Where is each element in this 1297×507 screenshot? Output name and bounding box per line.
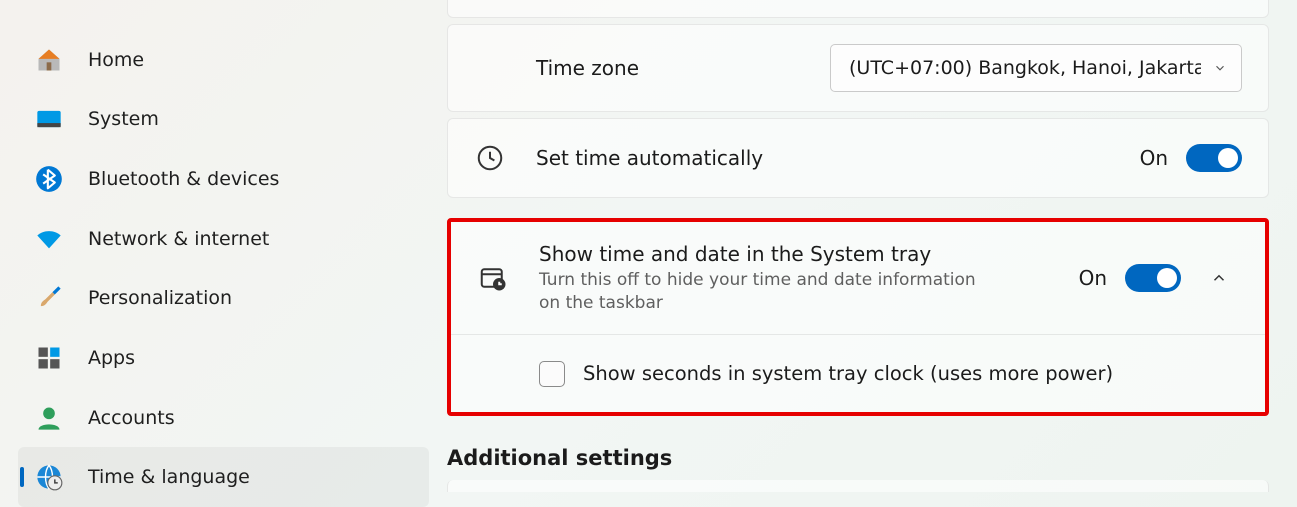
sidebar-item-network[interactable]: Network & internet: [18, 209, 429, 269]
additional-settings-heading: Additional settings: [447, 446, 1269, 470]
auto-time-toggle[interactable]: [1186, 144, 1242, 172]
bluetooth-icon: [34, 164, 64, 194]
systray-state-label: On: [1079, 266, 1107, 290]
user-icon: [34, 403, 64, 433]
sidebar-item-personalization[interactable]: Personalization: [18, 269, 429, 329]
paintbrush-icon: [34, 283, 64, 313]
sidebar-item-system[interactable]: System: [18, 90, 429, 150]
home-icon: [34, 45, 64, 75]
sidebar-nav: Home System Bluetooth & devices Network …: [0, 0, 447, 507]
sidebar-item-label: Network & internet: [88, 228, 269, 250]
wifi-icon: [34, 224, 64, 254]
sidebar-item-label: Apps: [88, 347, 135, 369]
sidebar-item-bluetooth[interactable]: Bluetooth & devices: [18, 149, 429, 209]
sidebar-item-label: Home: [88, 49, 144, 71]
main-content: Time zone (UTC+07:00) Bangkok, Hanoi, Ja…: [447, 0, 1297, 507]
systray-toggle[interactable]: [1125, 264, 1181, 292]
sidebar-item-label: Time & language: [88, 466, 250, 488]
auto-time-card: Set time automatically On: [447, 118, 1269, 198]
sidebar-item-label: System: [88, 108, 159, 130]
show-seconds-label: Show seconds in system tray clock (uses …: [583, 362, 1113, 385]
sidebar-item-accounts[interactable]: Accounts: [18, 388, 429, 448]
sidebar-item-time-language[interactable]: Time & language: [18, 447, 429, 507]
sidebar-item-label: Bluetooth & devices: [88, 168, 279, 190]
time-zone-label: Time zone: [536, 56, 830, 80]
apps-icon: [34, 343, 64, 373]
auto-time-title: Set time automatically: [536, 146, 1140, 170]
systray-title: Show time and date in the System tray: [539, 242, 1079, 266]
sidebar-item-apps[interactable]: Apps: [18, 328, 429, 388]
time-zone-select[interactable]: (UTC+07:00) Bangkok, Hanoi, Jakarta: [830, 44, 1242, 92]
sidebar-item-label: Accounts: [88, 407, 175, 429]
sidebar-item-label: Personalization: [88, 287, 232, 309]
sidebar-item-home[interactable]: Home: [18, 30, 429, 90]
card-partial-bottom: [447, 480, 1269, 492]
show-seconds-checkbox[interactable]: [539, 361, 565, 387]
auto-time-state-label: On: [1140, 146, 1168, 170]
calendar-clock-icon: [477, 262, 509, 294]
highlighted-systray-group: Show time and date in the System tray Tu…: [447, 218, 1269, 416]
card-partial-top: [447, 0, 1269, 18]
globe-clock-icon: [34, 462, 64, 492]
systray-expand-button[interactable]: [1199, 258, 1239, 298]
systray-subtitle: Turn this off to hide your time and date…: [539, 269, 999, 315]
clock-icon: [474, 142, 506, 174]
system-icon: [34, 104, 64, 134]
time-zone-card: Time zone (UTC+07:00) Bangkok, Hanoi, Ja…: [447, 24, 1269, 112]
chevron-up-icon: [1210, 269, 1228, 287]
